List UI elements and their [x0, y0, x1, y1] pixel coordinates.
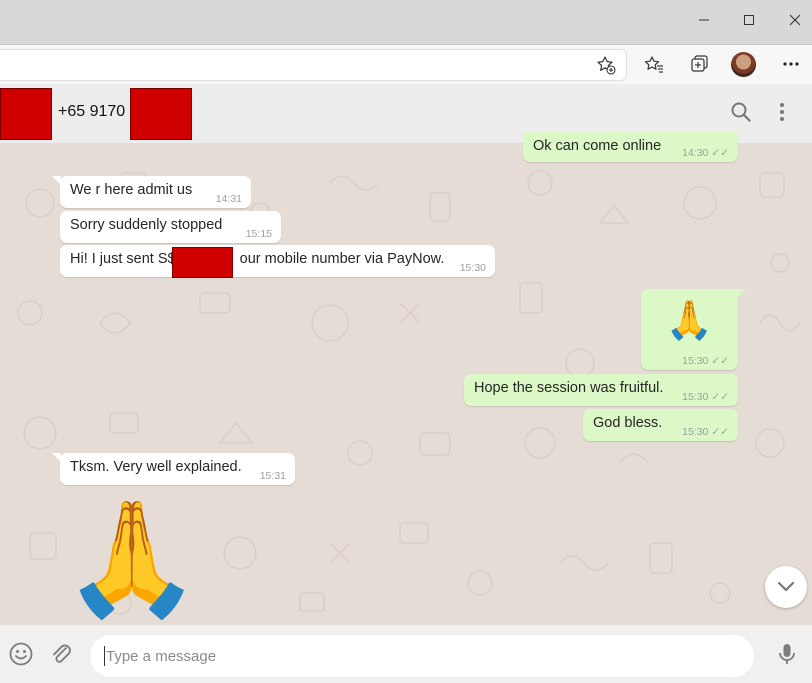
more-button[interactable] — [779, 52, 803, 76]
address-bar[interactable] — [0, 49, 627, 81]
message-time: 15:15 — [245, 228, 272, 240]
redacted-phone-part — [130, 88, 192, 140]
favorites-icon — [644, 56, 663, 73]
message-time: 14:31 — [215, 193, 242, 205]
menu-icon — [780, 103, 784, 121]
close-icon — [789, 14, 801, 26]
redacted-avatar — [0, 88, 52, 140]
message-time: 15:30 ✓✓ — [682, 391, 729, 403]
chat-menu-button[interactable] — [770, 100, 794, 124]
window-titlebar — [0, 0, 812, 45]
chevron-down-icon — [777, 581, 795, 592]
incoming-message[interactable]: Tksm. Very well explained. 15:31 — [60, 453, 295, 485]
message-text-start: Hi! I just sent S$ — [70, 251, 176, 267]
message-time: 15:30 ✓✓ — [682, 355, 729, 367]
text-caret — [104, 646, 105, 666]
message-time: 14:30 ✓✓ — [682, 147, 729, 159]
scroll-down-button[interactable] — [765, 566, 807, 608]
star-plus-icon — [597, 56, 616, 75]
emoji-button[interactable] — [8, 641, 34, 667]
maximize-icon — [744, 15, 754, 25]
outgoing-emoji-message[interactable]: 🙏 15:30 ✓✓ — [641, 289, 738, 370]
profile-avatar[interactable] — [731, 52, 756, 77]
more-icon — [783, 62, 799, 66]
minimize-icon — [699, 19, 709, 21]
incoming-message[interactable]: Sorry suddenly stopped 15:15 — [60, 211, 281, 243]
message-text-end: our mobile number via PayNow. — [239, 251, 445, 267]
praying-hands-sticker: 🙏 — [62, 496, 202, 621]
message-text: We r here admit us — [70, 182, 193, 198]
folded-hands-emoji: 🙏 — [665, 300, 714, 342]
message-text: God bless. — [593, 415, 663, 431]
message-input[interactable] — [90, 635, 754, 677]
message-text: Ok can come online — [533, 138, 662, 154]
mic-icon — [779, 644, 795, 664]
message-time: 15:30 ✓✓ — [682, 426, 729, 438]
collections-button[interactable] — [687, 52, 711, 76]
browser-toolbar — [0, 45, 812, 85]
outgoing-message[interactable]: God bless. 15:30 ✓✓ — [583, 409, 738, 441]
attach-button[interactable] — [48, 641, 74, 667]
outgoing-message[interactable]: Hope the session was fruitful. 15:30 ✓✓ — [464, 374, 738, 406]
search-button[interactable] — [729, 100, 753, 124]
incoming-sticker[interactable]: 🙏 — [62, 495, 202, 625]
collections-icon — [691, 55, 708, 72]
paperclip-icon — [53, 644, 71, 663]
redacted-amount — [172, 247, 233, 278]
incoming-message[interactable]: Hi! I just sent S$ our mobile number via… — [60, 245, 495, 277]
message-text: Sorry suddenly stopped — [70, 217, 223, 233]
message-text: Tksm. Very well explained. — [70, 459, 242, 475]
search-icon — [731, 102, 751, 122]
message-text: Hope the session was fruitful. — [474, 380, 664, 396]
emoji-icon — [9, 642, 33, 666]
minimize-button[interactable] — [681, 0, 727, 40]
outgoing-message[interactable]: Ok can come online 14:30 ✓✓ — [523, 132, 738, 162]
close-button[interactable] — [772, 0, 812, 40]
add-favorite-button[interactable] — [594, 53, 618, 77]
voice-message-button[interactable] — [774, 641, 800, 667]
contact-phone: +65 9170 — [58, 103, 126, 120]
message-time: 15:31 — [259, 470, 286, 482]
incoming-message[interactable]: We r here admit us 14:31 — [60, 176, 251, 208]
favorites-button[interactable] — [642, 52, 666, 76]
bubble-tail — [737, 289, 746, 298]
maximize-button[interactable] — [726, 0, 772, 40]
message-time: 15:30 — [459, 262, 486, 274]
